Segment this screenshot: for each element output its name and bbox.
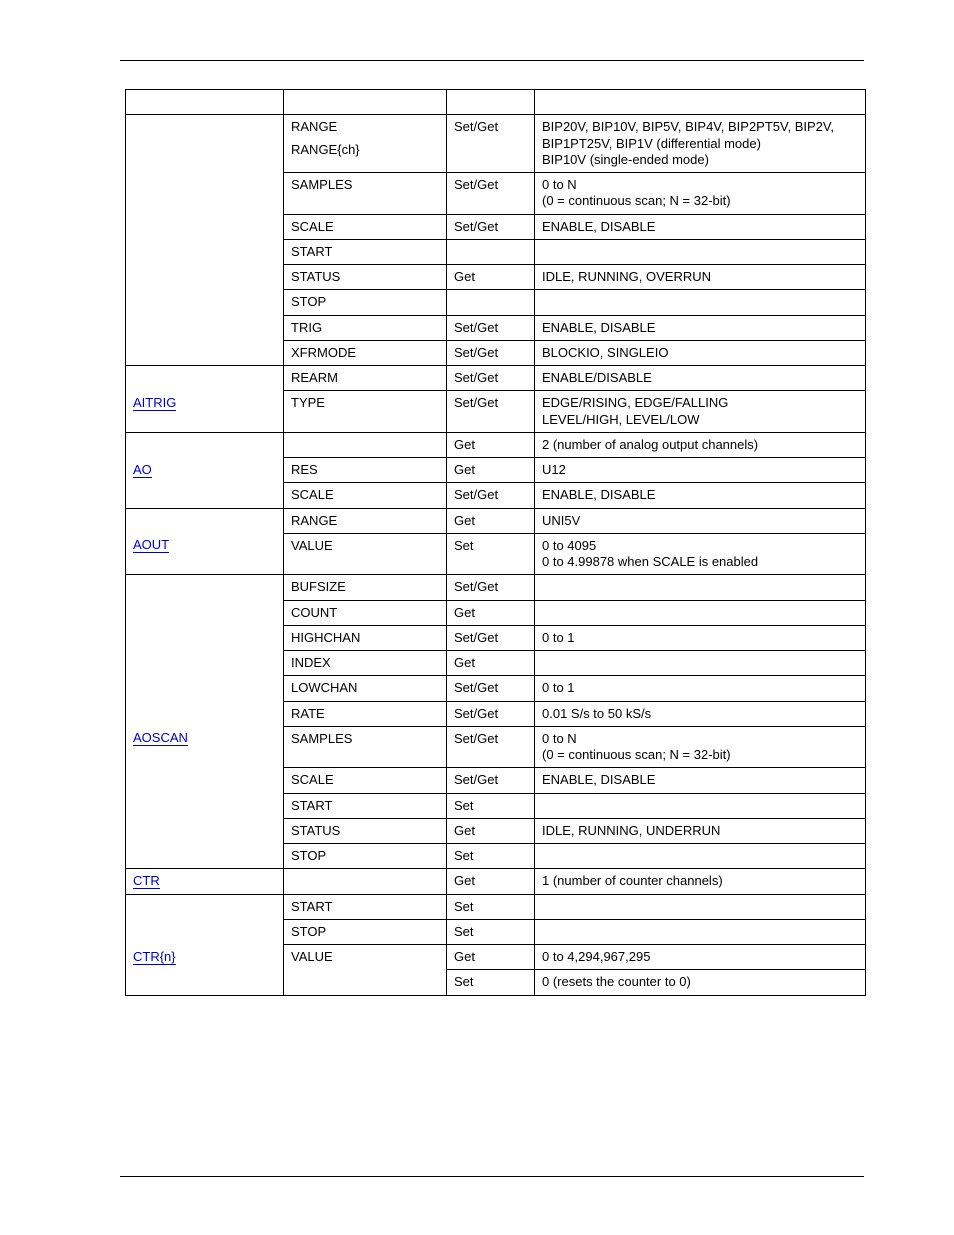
col-setget: Set/Get xyxy=(447,90,535,115)
col-values: Values xyxy=(535,90,866,115)
component-ao[interactable]: AO xyxy=(126,458,284,483)
col-component: Component xyxy=(126,90,284,115)
setget-cell: Set/Get xyxy=(447,115,535,173)
header-left: E-1608 User's Guide xyxy=(120,46,222,58)
reference-table: Component Property Set/Get Values RANGE … xyxy=(125,89,866,996)
component-aout[interactable]: AOUT xyxy=(126,533,284,575)
table-header-row: Component Property Set/Get Values xyxy=(126,90,866,115)
component-aoscan[interactable]: AOSCAN xyxy=(126,726,284,768)
component-cell xyxy=(126,366,284,391)
header-right: Functional Details xyxy=(777,46,864,58)
col-property: Property xyxy=(284,90,447,115)
component-cell xyxy=(126,115,284,173)
page-header: E-1608 User's Guide Functional Details xyxy=(120,46,864,61)
component-ctr[interactable]: CTR xyxy=(126,869,284,894)
component-aitrig[interactable]: AITRIG xyxy=(126,391,284,433)
page-footer: 20 xyxy=(120,1176,864,1195)
component-ctrn[interactable]: CTR{n} xyxy=(126,945,284,970)
values-cell: BIP20V, BIP10V, BIP5V, BIP4V, BIP2PT5V, … xyxy=(535,115,866,173)
property-cell: RANGE RANGE{ch} xyxy=(284,115,447,173)
